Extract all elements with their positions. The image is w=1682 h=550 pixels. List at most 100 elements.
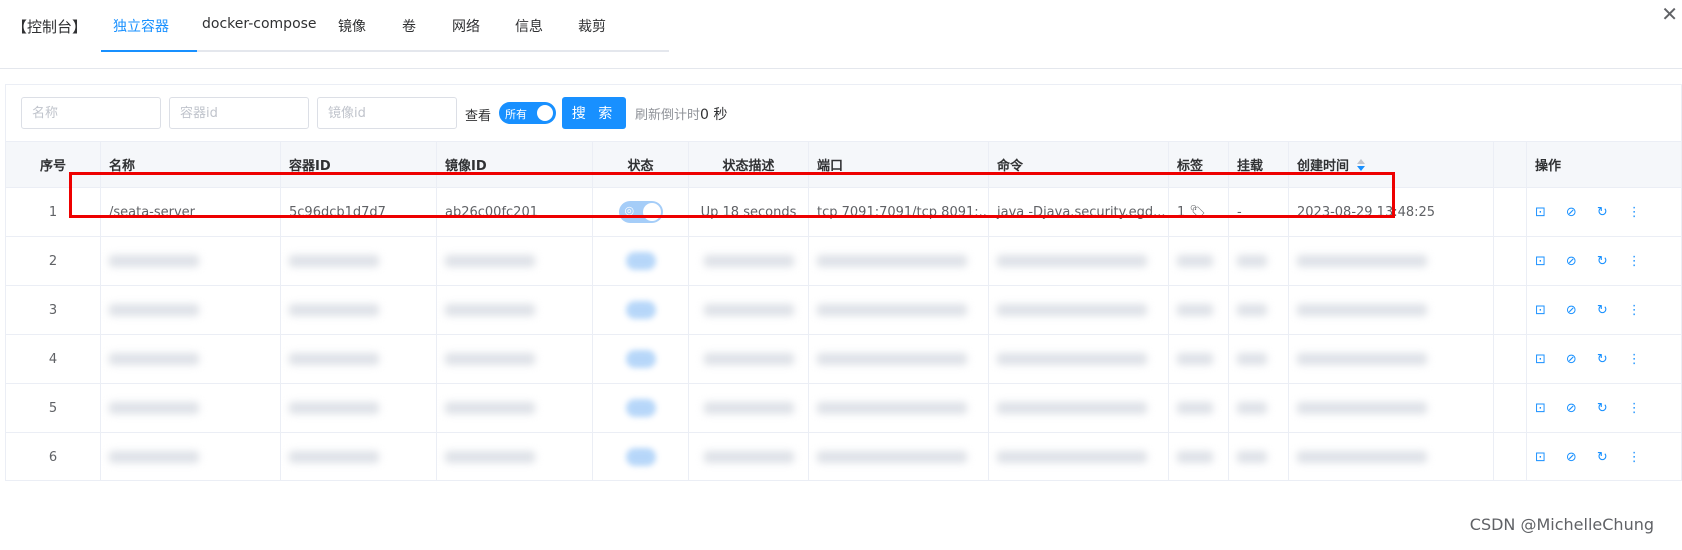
terminal-icon[interactable]: ⊡ [1535, 205, 1546, 220]
container-name: /seata-server [101, 188, 281, 236]
table-row[interactable]: 2 ⊡ ⊘ ↻ ⋮ [6, 236, 1681, 285]
status-cell: ◎ [593, 188, 689, 236]
row-spacer [1494, 188, 1527, 236]
tab-standalone-containers[interactable]: 独立容器 [113, 16, 169, 36]
table-row[interactable]: 6 ⊡ ⊘ ↻ ⋮ [6, 432, 1681, 481]
tab-prune[interactable]: 裁剪 [578, 16, 606, 36]
terminal-icon[interactable]: ⊡ [1535, 450, 1546, 465]
header-tags: 标签 [1169, 142, 1229, 187]
tags-cell [1169, 433, 1229, 481]
blurred-status [625, 350, 656, 368]
close-icon[interactable]: ✕ [1661, 4, 1678, 24]
created-time [1289, 237, 1494, 285]
more-icon[interactable]: ⋮ [1628, 352, 1641, 367]
blurred-text [703, 304, 794, 316]
more-icon[interactable]: ⋮ [1628, 450, 1641, 465]
sort-caret-icon[interactable] [1357, 158, 1366, 172]
tab-docker-compose[interactable]: docker-compose [202, 16, 317, 32]
stop-icon[interactable]: ⊘ [1566, 450, 1577, 465]
restart-icon[interactable]: ↻ [1597, 352, 1608, 367]
blurred-text [1177, 353, 1213, 365]
header-spacer [1494, 142, 1527, 187]
blurred-text [109, 304, 199, 316]
blurred-text [445, 353, 535, 365]
status-cell [593, 433, 689, 481]
name-search-input[interactable] [21, 97, 161, 129]
more-icon[interactable]: ⋮ [1628, 205, 1641, 220]
port-mapping: tcp 7091:7091/tcp 8091:... [809, 188, 989, 236]
header-divider [0, 68, 1682, 69]
blurred-text [997, 255, 1147, 267]
header-created[interactable]: 创建时间 [1289, 142, 1494, 187]
more-icon[interactable]: ⋮ [1628, 303, 1641, 318]
image-id [437, 384, 593, 432]
mount-cell [1229, 433, 1289, 481]
container-name [101, 384, 281, 432]
mount-cell [1229, 237, 1289, 285]
restart-icon[interactable]: ↻ [1597, 254, 1608, 269]
blurred-text [1237, 451, 1267, 463]
table-row[interactable]: 4 ⊡ ⊘ ↻ ⋮ [6, 334, 1681, 383]
more-icon[interactable]: ⋮ [1628, 254, 1641, 269]
stop-icon[interactable]: ⊘ [1566, 205, 1577, 220]
container-id [281, 286, 437, 334]
row-spacer [1494, 433, 1527, 481]
container-id-search-input[interactable] [169, 97, 309, 129]
table-row[interactable]: 5 ⊡ ⊘ ↻ ⋮ [6, 383, 1681, 432]
tab-bar: 独立容器 docker-compose 镜像 卷 网络 信息 裁剪 [101, 0, 669, 52]
row-index: 6 [6, 433, 101, 481]
row-ops: ⊡ ⊘ ↻ ⋮ [1527, 188, 1681, 236]
blurred-status [625, 301, 656, 319]
more-icon[interactable]: ⋮ [1628, 401, 1641, 416]
restart-icon[interactable]: ↻ [1597, 450, 1608, 465]
terminal-icon[interactable]: ⊡ [1535, 352, 1546, 367]
mount-cell [1229, 335, 1289, 383]
image-id-search-input[interactable] [317, 97, 457, 129]
blurred-text [703, 255, 794, 267]
restart-icon[interactable]: ↻ [1597, 303, 1608, 318]
tags-cell: 1 🏷 [1169, 188, 1229, 236]
tags-cell [1169, 384, 1229, 432]
search-button[interactable]: 搜 索 [562, 97, 626, 129]
tab-images[interactable]: 镜像 [338, 16, 366, 36]
tag-icon[interactable]: 🏷 [1189, 205, 1206, 220]
container-name [101, 286, 281, 334]
image-id [437, 237, 593, 285]
tab-info[interactable]: 信息 [515, 16, 543, 36]
row-index: 4 [6, 335, 101, 383]
status-cell [593, 335, 689, 383]
header-index: 序号 [6, 142, 101, 187]
command [989, 433, 1169, 481]
command [989, 286, 1169, 334]
port-mapping [809, 335, 989, 383]
show-all-switch[interactable]: 所有 [499, 102, 556, 124]
table-row[interactable]: 3 ⊡ ⊘ ↻ ⋮ [6, 285, 1681, 334]
restart-icon[interactable]: ↻ [1597, 205, 1608, 220]
created-time [1289, 433, 1494, 481]
tab-volumes[interactable]: 卷 [402, 16, 416, 36]
container-id [281, 237, 437, 285]
blurred-text [109, 402, 199, 414]
terminal-icon[interactable]: ⊡ [1535, 254, 1546, 269]
status-toggle[interactable]: ◎ [618, 201, 663, 223]
tab-networks[interactable]: 网络 [452, 16, 480, 36]
table-row[interactable]: 1 /seata-server 5c96dcb1d7d7 ab26c00fc20… [6, 187, 1681, 236]
mount-cell [1229, 384, 1289, 432]
blurred-text [997, 353, 1147, 365]
blurred-text [997, 304, 1147, 316]
container-name [101, 237, 281, 285]
status-cell [593, 286, 689, 334]
blurred-text [109, 353, 199, 365]
image-id [437, 335, 593, 383]
terminal-icon[interactable]: ⊡ [1535, 303, 1546, 318]
restart-icon[interactable]: ↻ [1597, 401, 1608, 416]
view-label: 查看 [465, 109, 492, 124]
terminal-icon[interactable]: ⊡ [1535, 401, 1546, 416]
blurred-text [817, 304, 967, 316]
stop-icon[interactable]: ⊘ [1566, 254, 1577, 269]
stop-icon[interactable]: ⊘ [1566, 303, 1577, 318]
search-bar: 查看 所有 搜 索 刷新倒计时0 秒 [6, 85, 1681, 141]
stop-icon[interactable]: ⊘ [1566, 401, 1577, 416]
container-name [101, 433, 281, 481]
stop-icon[interactable]: ⊘ [1566, 352, 1577, 367]
